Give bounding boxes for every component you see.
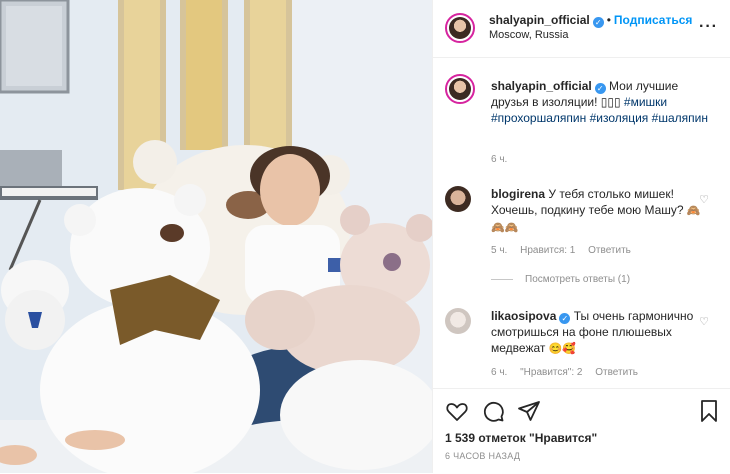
comment-text: blogirena У тебя столько мишек! Хочешь, … xyxy=(491,186,701,236)
post-time-ago[interactable]: 6 ЧАСОВ НАЗАД xyxy=(445,451,520,461)
comment-reply-button[interactable]: Ответить xyxy=(588,245,631,256)
view-replies-button[interactable]: Посмотреть ответы (1) xyxy=(491,274,630,285)
commenter-username[interactable]: likaosipova xyxy=(491,309,556,323)
view-replies-label: Посмотреть ответы (1) xyxy=(525,274,631,285)
commenter-avatar[interactable] xyxy=(445,186,471,212)
comment-time[interactable]: 5 ч. xyxy=(491,245,507,256)
more-horizontal-icon[interactable]: ··· xyxy=(699,18,718,36)
verified-badge-icon: ✓ xyxy=(592,17,604,28)
comment-likes[interactable]: "Нравится": 2 xyxy=(520,367,582,378)
follow-button[interactable]: Подписаться xyxy=(614,13,692,27)
comment-meta: 6 ч. "Нравится": 2 Ответить xyxy=(491,367,648,378)
post-actions: 1 539 отметок "Нравится" 6 ЧАСОВ НАЗАД xyxy=(433,388,730,474)
comment-icon[interactable] xyxy=(481,399,505,423)
comment-reply-button[interactable]: Ответить xyxy=(595,367,638,378)
commenter-username[interactable]: blogirena xyxy=(491,187,545,201)
caption-text: shalyapin_official ✓ Мои лучшие друзья в … xyxy=(491,78,716,126)
comment-text: likaosipova ✓ Ты очень гармонично смотриш… xyxy=(491,308,701,357)
author-avatar[interactable] xyxy=(445,13,475,43)
comment-emojis: 😊🥰 xyxy=(548,343,577,355)
hashtag-link[interactable]: #мишки xyxy=(624,95,667,109)
instagram-post: shalyapin_official ✓ • Подписаться Moscow, … xyxy=(0,0,730,473)
caption-username[interactable]: shalyapin_official xyxy=(491,79,592,93)
caption-emojis: ▯▯▯ xyxy=(600,95,621,109)
post-photo[interactable] xyxy=(0,0,432,473)
hashtag-link[interactable]: #шаляпин xyxy=(652,111,708,125)
verified-badge-icon: ✓ xyxy=(559,313,571,324)
separator-dot: • xyxy=(606,13,611,27)
verified-badge-icon: ✓ xyxy=(594,83,606,94)
likes-count[interactable]: 1 539 отметок "Нравится" xyxy=(445,431,597,445)
comment-meta: 5 ч. Нравится: 1 Ответить xyxy=(491,245,641,256)
heart-icon[interactable] xyxy=(445,399,469,423)
post-header: shalyapin_official ✓ • Подписаться Moscow, … xyxy=(433,0,730,58)
comment-likes[interactable]: Нравится: 1 xyxy=(520,245,575,256)
post-side-panel: shalyapin_official ✓ • Подписаться Moscow, … xyxy=(432,0,730,473)
comment-like-heart-icon[interactable]: ♡ xyxy=(699,315,709,328)
author-username[interactable]: shalyapin_official xyxy=(489,13,590,27)
bookmark-icon[interactable] xyxy=(697,399,721,423)
caption-avatar[interactable] xyxy=(445,74,475,104)
share-icon[interactable] xyxy=(517,399,541,423)
header-name-row: shalyapin_official ✓ • Подписаться xyxy=(489,13,692,28)
hashtag-link[interactable]: #изоляция xyxy=(590,111,649,125)
comment-time[interactable]: 6 ч. xyxy=(491,367,507,378)
post-location[interactable]: Moscow, Russia xyxy=(489,29,568,41)
replies-divider xyxy=(491,278,513,280)
hashtag-link[interactable]: #прохоршаляпин xyxy=(491,111,586,125)
caption-time[interactable]: 6 ч. xyxy=(491,154,507,165)
comment-like-heart-icon[interactable]: ♡ xyxy=(699,193,709,206)
commenter-avatar[interactable] xyxy=(445,308,471,334)
